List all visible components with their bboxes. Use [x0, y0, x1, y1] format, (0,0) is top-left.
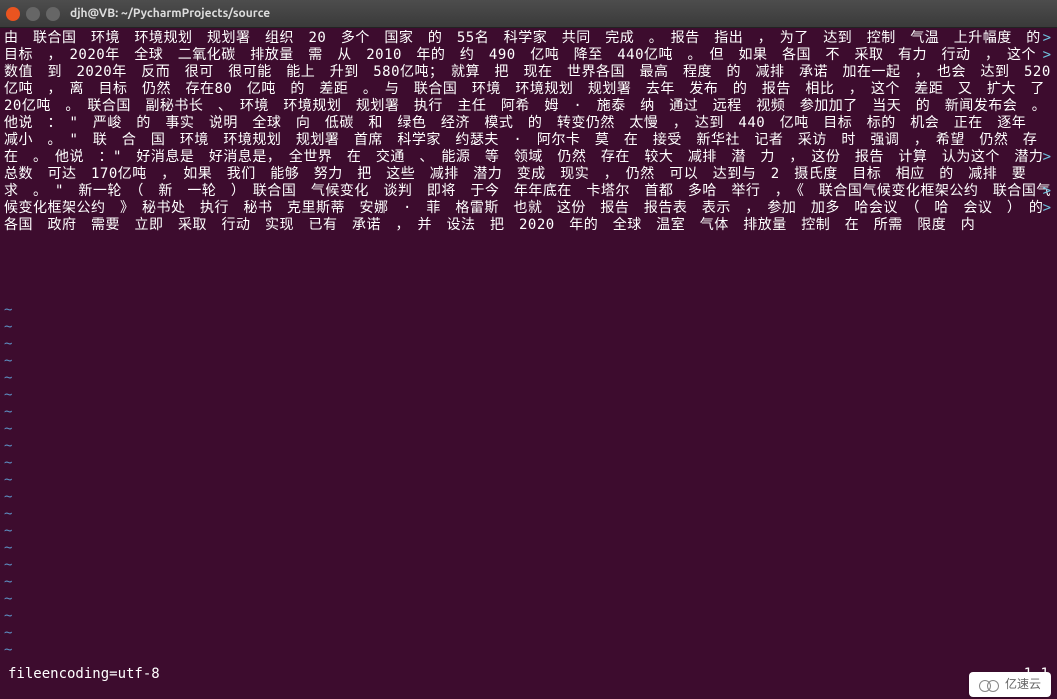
watermark-text: 亿速云	[1005, 676, 1041, 693]
tilde-line: ~	[4, 608, 1053, 625]
tilde-line: ~	[4, 336, 1053, 353]
minimize-icon[interactable]	[26, 7, 40, 21]
tilde-line: ~	[4, 353, 1053, 370]
wrap-indicator-icon: >	[1043, 183, 1051, 200]
tilde-line: ~	[4, 591, 1053, 608]
tilde-line: ~	[4, 387, 1053, 404]
close-icon[interactable]	[6, 7, 20, 21]
tilde-line: ~	[4, 625, 1053, 642]
tilde-line: ~	[4, 404, 1053, 421]
vim-status-line: fileencoding=utf-8 1,1	[0, 666, 1057, 683]
wrap-indicator-icon: >	[1043, 30, 1051, 47]
tilde-line: ~	[4, 506, 1053, 523]
tilde-line: ~	[4, 421, 1053, 438]
editor-text-area[interactable]: 由 联合国 环境 环境规划 规划署 组织 20 多个 国家 的 55名 科学家 …	[4, 30, 1053, 302]
maximize-icon[interactable]	[46, 7, 60, 21]
tilde-line: ~	[4, 472, 1053, 489]
vim-empty-lines: ~ ~ ~ ~ ~ ~ ~ ~ ~ ~ ~ ~ ~ ~ ~ ~ ~ ~ ~ ~ …	[4, 302, 1053, 659]
tilde-line: ~	[4, 438, 1053, 455]
tilde-line: ~	[4, 523, 1053, 540]
tilde-line: ~	[4, 319, 1053, 336]
tilde-line: ~	[4, 574, 1053, 591]
terminal-window: djh@VB: ~/PycharmProjects/source 由 联合国 环…	[0, 0, 1057, 699]
titlebar[interactable]: djh@VB: ~/PycharmProjects/source	[0, 0, 1057, 28]
watermark-badge: 亿速云	[969, 672, 1051, 697]
wrap-indicator-icon: >	[1043, 47, 1051, 64]
wrap-indicator-icon: >	[1043, 149, 1051, 166]
file-encoding: fileencoding=utf-8	[8, 666, 160, 683]
tilde-line: ~	[4, 642, 1053, 659]
tilde-line: ~	[4, 540, 1053, 557]
tilde-line: ~	[4, 302, 1053, 319]
tilde-line: ~	[4, 489, 1053, 506]
window-title: djh@VB: ~/PycharmProjects/source	[70, 7, 270, 20]
file-content[interactable]: 由 联合国 环境 环境规划 规划署 组织 20 多个 国家 的 55名 科学家 …	[4, 30, 1053, 234]
terminal-body[interactable]: 由 联合国 环境 环境规划 规划署 组织 20 多个 国家 的 55名 科学家 …	[0, 28, 1057, 699]
wrap-indicator-icon: >	[1043, 200, 1051, 217]
tilde-line: ~	[4, 557, 1053, 574]
tilde-line: ~	[4, 370, 1053, 387]
tilde-line: ~	[4, 455, 1053, 472]
cloud-icon	[979, 678, 1001, 692]
